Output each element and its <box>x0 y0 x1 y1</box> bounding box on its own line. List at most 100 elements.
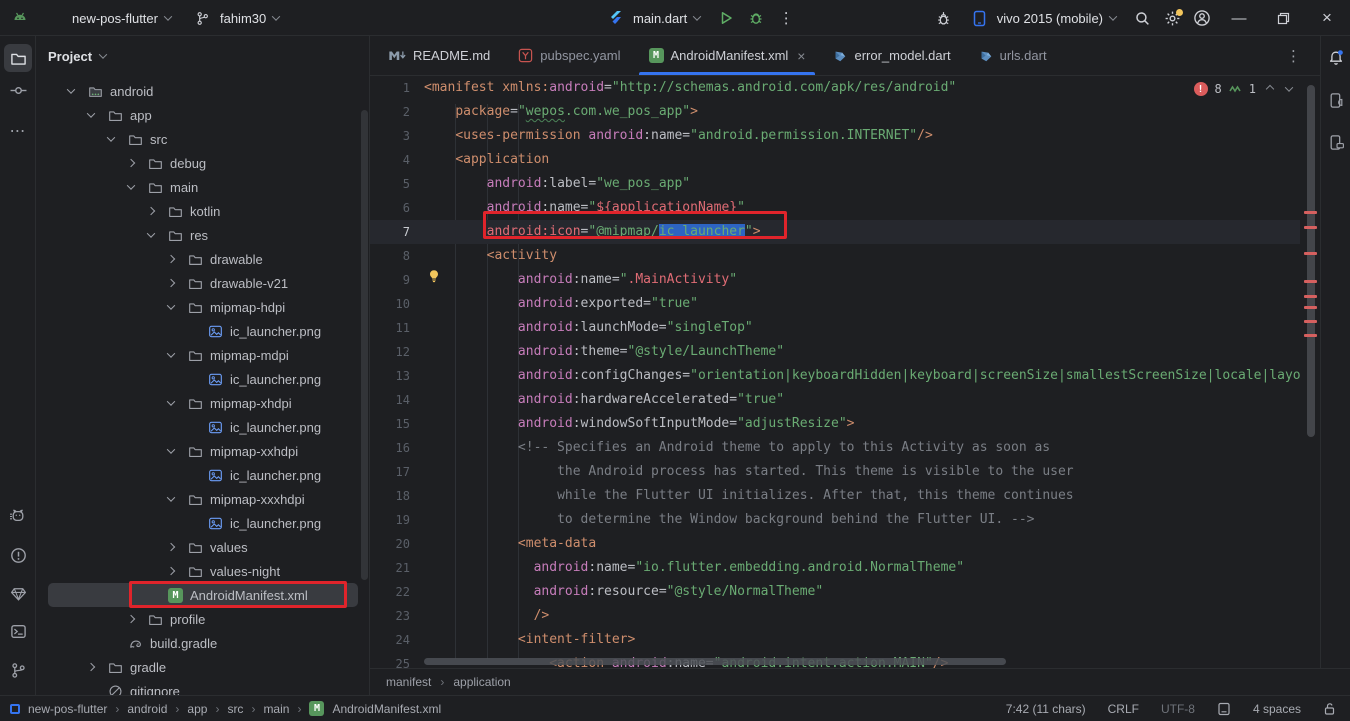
tree-item-values[interactable]: values <box>48 535 358 559</box>
tree-chevron-icon[interactable] <box>168 544 188 550</box>
line-number[interactable]: 8 <box>370 244 424 268</box>
commit-tool-icon[interactable] <box>4 76 32 104</box>
tree-item-mipmap-xxxhdpi[interactable]: mipmap-xxxhdpi <box>48 487 358 511</box>
breadcrumb-application[interactable]: application <box>453 675 510 689</box>
tree-item-mipmap-mdpi[interactable]: mipmap-mdpi <box>48 343 358 367</box>
tree-item-res[interactable]: res <box>48 223 358 247</box>
lock-icon[interactable] <box>1323 702 1336 716</box>
tree-item-mipmap-xxhdpi[interactable]: mipmap-xxhdpi <box>48 439 358 463</box>
line-number[interactable]: 19 <box>370 508 424 532</box>
prev-problem-icon[interactable] <box>1266 85 1274 93</box>
line-number[interactable]: 18 <box>370 484 424 508</box>
encoding-widget[interactable]: UTF-8 <box>1161 702 1195 716</box>
minimize-button[interactable]: — <box>1222 4 1256 32</box>
status-path-android[interactable]: android <box>127 702 167 716</box>
line-number[interactable]: 9 <box>370 268 424 292</box>
line-number[interactable]: 4 <box>370 148 424 172</box>
intention-bulb-icon[interactable] <box>426 268 442 284</box>
code-line-23[interactable]: 23 /> <box>370 604 1320 628</box>
code-line-20[interactable]: 20 <meta-data <box>370 532 1320 556</box>
line-number[interactable]: 1 <box>370 76 424 100</box>
tree-chevron-icon[interactable] <box>168 280 188 286</box>
tab-pubspec.yaml[interactable]: pubspec.yaml <box>504 36 634 75</box>
version-control-tool-icon[interactable] <box>4 656 32 684</box>
tree-item-android[interactable]: android <box>48 79 358 103</box>
code-line-22[interactable]: 22 android:resource="@style/NormalTheme" <box>370 580 1320 604</box>
tree-chevron-icon[interactable] <box>128 184 148 190</box>
tree-item-profile[interactable]: profile <box>48 607 358 631</box>
logcat-tool-icon[interactable] <box>4 502 32 530</box>
tab-README.md[interactable]: README.md <box>374 36 504 75</box>
tree-item-ic_launcher.png[interactable]: ic_launcher.png <box>48 367 358 391</box>
tree-chevron-icon[interactable] <box>88 112 108 118</box>
tree-item-drawable-v21[interactable]: drawable-v21 <box>48 271 358 295</box>
horizontal-scrollbar[interactable] <box>424 658 1006 665</box>
code-line-21[interactable]: 21 android:name="io.flutter.embedding.an… <box>370 556 1320 580</box>
code-line-2[interactable]: 2 package="wepos.com.we_pos_app"> <box>370 100 1320 124</box>
code-line-1[interactable]: 1<manifest xmlns:android="http://schemas… <box>370 76 1320 100</box>
tab-urls.dart[interactable]: urls.dart <box>965 36 1061 75</box>
code-line-13[interactable]: 13 android:configChanges="orientation|ke… <box>370 364 1320 388</box>
line-number[interactable]: 10 <box>370 292 424 316</box>
project-tool-icon[interactable] <box>4 44 32 72</box>
editor-error-stripe[interactable] <box>1300 76 1320 668</box>
tab-error_model.dart[interactable]: error_model.dart <box>819 36 964 75</box>
tree-item-drawable[interactable]: drawable <box>48 247 358 271</box>
line-number[interactable]: 15 <box>370 412 424 436</box>
tree-item-src[interactable]: src <box>48 127 358 151</box>
status-path-AndroidManifest.xml[interactable]: AndroidManifest.xml <box>332 702 441 716</box>
code-line-18[interactable]: 18 while the Flutter UI initializes. Aft… <box>370 484 1320 508</box>
tree-item-debug[interactable]: debug <box>48 151 358 175</box>
status-path-new-pos-flutter[interactable]: new-pos-flutter <box>28 702 107 716</box>
tree-chevron-icon[interactable] <box>168 400 188 406</box>
tree-chevron-icon[interactable] <box>168 496 188 502</box>
code-line-9[interactable]: 9 android:name=".MainActivity" <box>370 268 1320 292</box>
tab-list-more-icon[interactable]: ⋮ <box>1286 36 1302 76</box>
tree-item-ic_launcher.png[interactable]: ic_launcher.png <box>48 415 358 439</box>
error-stripe-mark[interactable] <box>1304 320 1317 323</box>
restore-button[interactable] <box>1266 4 1300 32</box>
error-stripe-mark[interactable] <box>1304 306 1317 309</box>
code-line-12[interactable]: 12 android:theme="@style/LaunchTheme" <box>370 340 1320 364</box>
error-stripe-mark[interactable] <box>1304 295 1317 298</box>
more-tool-windows-icon[interactable]: ⋯ <box>4 117 32 145</box>
code-line-8[interactable]: 8 <activity <box>370 244 1320 268</box>
caret-position-widget[interactable]: 7:42 (11 chars) <box>1006 702 1086 716</box>
inspections-widget[interactable]: ! 8 1 <box>1194 82 1292 96</box>
error-stripe-mark[interactable] <box>1304 334 1317 337</box>
tree-item-kotlin[interactable]: kotlin <box>48 199 358 223</box>
line-number[interactable]: 14 <box>370 388 424 412</box>
error-stripe-mark[interactable] <box>1304 252 1317 255</box>
tree-item-main[interactable]: main <box>48 175 358 199</box>
tree-chevron-icon[interactable] <box>128 616 148 622</box>
code-line-17[interactable]: 17 the Android process has started. This… <box>370 460 1320 484</box>
tree-chevron-icon[interactable] <box>88 664 108 670</box>
status-path-src[interactable]: src <box>227 702 243 716</box>
tree-item-mipmap-hdpi[interactable]: mipmap-hdpi <box>48 295 358 319</box>
tree-chevron-icon[interactable] <box>108 136 128 142</box>
more-actions-icon[interactable]: ⋮ <box>776 8 796 28</box>
line-number[interactable]: 2 <box>370 100 424 124</box>
status-path-app[interactable]: app <box>187 702 207 716</box>
tree-chevron-icon[interactable] <box>168 448 188 454</box>
project-tree-scrollbar[interactable] <box>361 110 368 580</box>
line-number[interactable]: 20 <box>370 532 424 556</box>
line-number[interactable]: 22 <box>370 580 424 604</box>
tree-item-build.gradle[interactable]: build.gradle <box>48 631 358 655</box>
code-line-15[interactable]: 15 android:windowSoftInputMode="adjustRe… <box>370 412 1320 436</box>
line-number[interactable]: 12 <box>370 340 424 364</box>
code-line-4[interactable]: 4 <application <box>370 148 1320 172</box>
indent-widget[interactable]: 4 spaces <box>1253 702 1301 716</box>
tab-close-icon[interactable]: × <box>797 48 805 64</box>
code-line-3[interactable]: 3 <uses-permission android:name="android… <box>370 124 1320 148</box>
main-menu-icon[interactable] <box>40 8 56 28</box>
code-line-19[interactable]: 19 to determine the Window background be… <box>370 508 1320 532</box>
line-number[interactable]: 16 <box>370 436 424 460</box>
line-number[interactable]: 13 <box>370 364 424 388</box>
line-number[interactable]: 24 <box>370 628 424 652</box>
close-window-button[interactable]: × <box>1310 4 1344 32</box>
line-number[interactable]: 21 <box>370 556 424 580</box>
tree-item-ic_launcher.png[interactable]: ic_launcher.png <box>48 463 358 487</box>
line-number[interactable]: 25 <box>370 652 424 668</box>
project-panel-header[interactable]: Project <box>36 36 369 76</box>
